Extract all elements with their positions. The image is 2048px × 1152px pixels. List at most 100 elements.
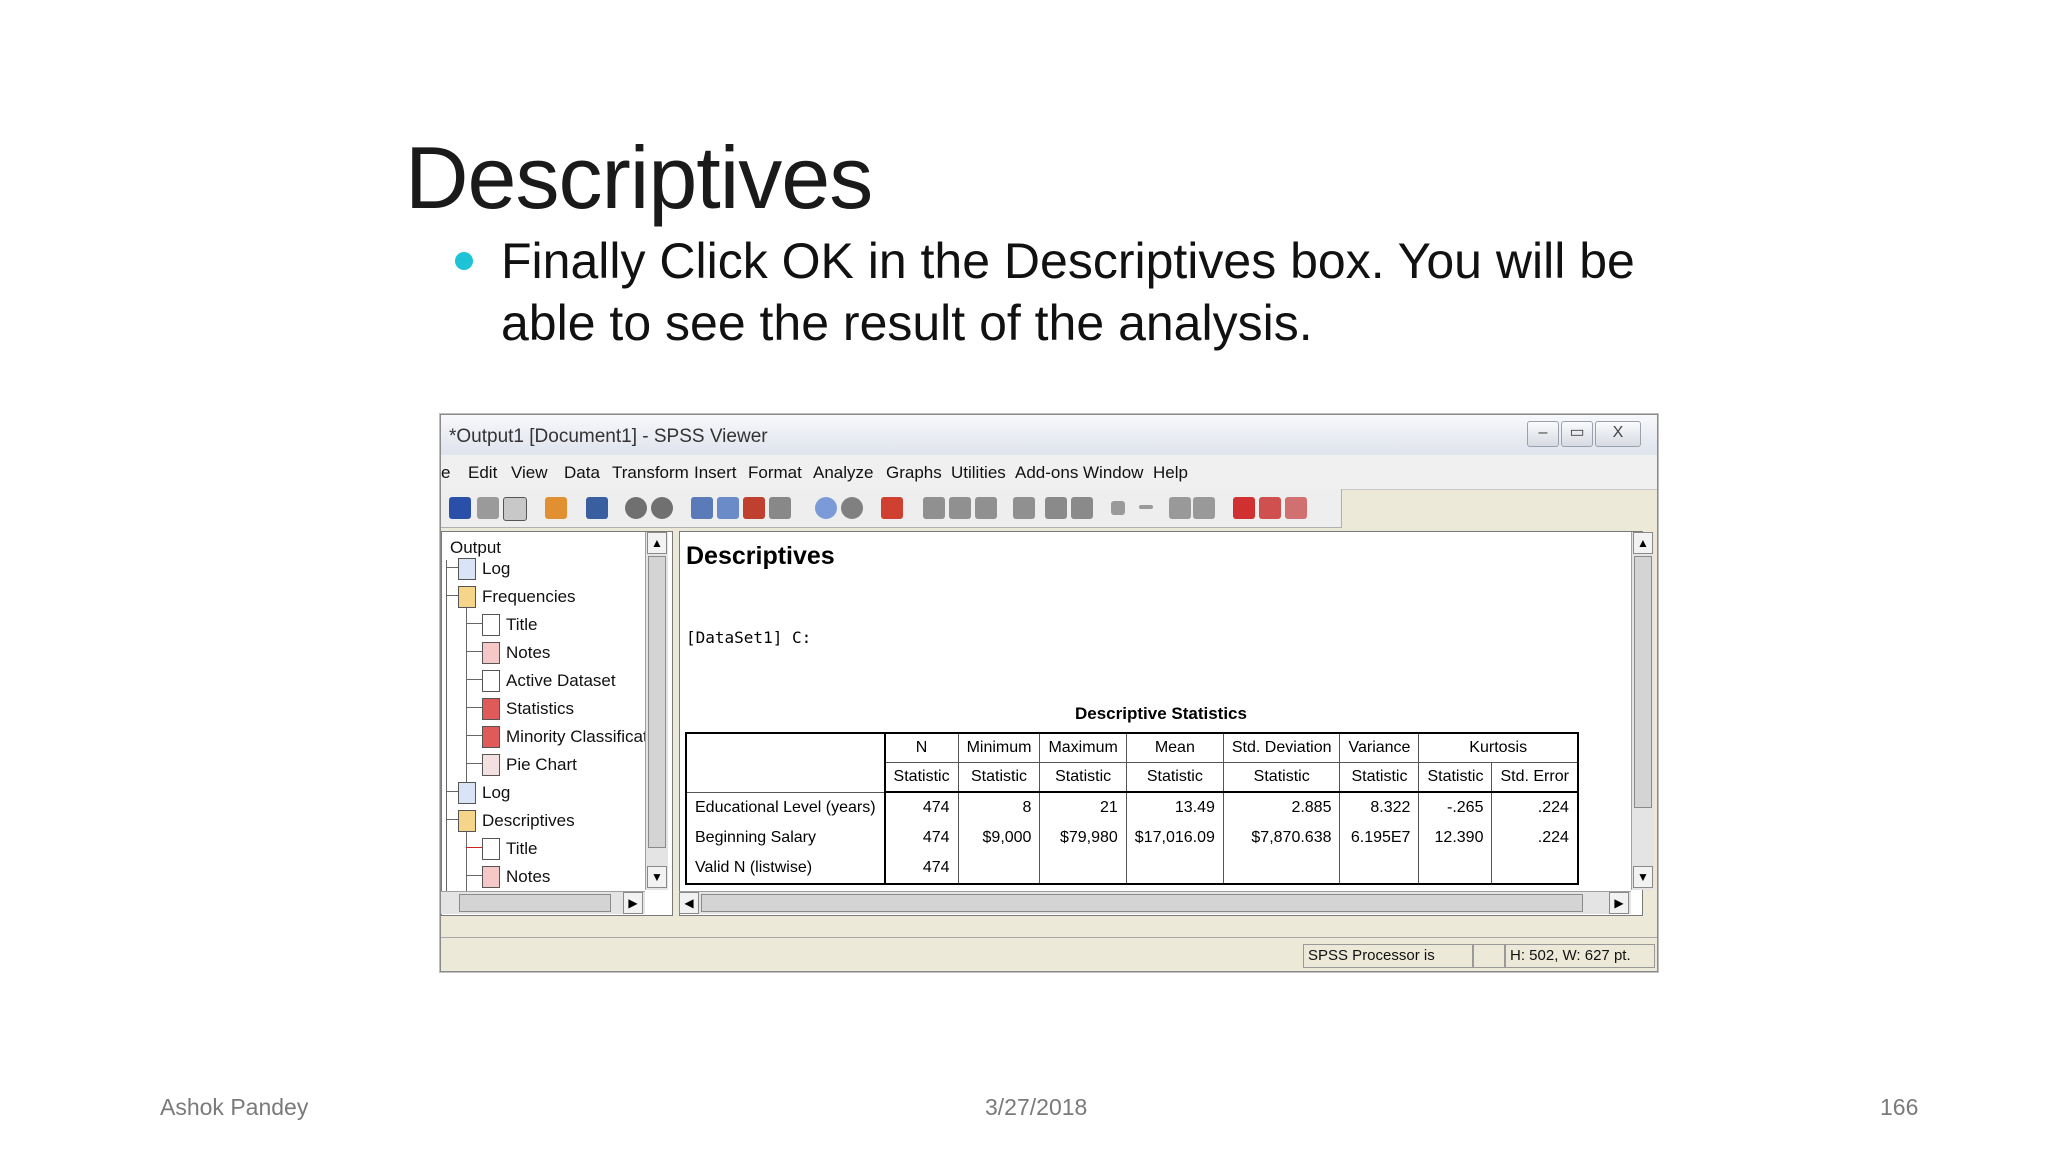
insert-title-icon[interactable]: [1233, 497, 1255, 519]
outline-hscroll-thumb[interactable]: [459, 894, 611, 912]
window-titlebar: *Output1 [Document1] - SPSS Viewer – ▭ X: [441, 415, 1657, 456]
scroll-up-icon[interactable]: ▲: [647, 532, 667, 554]
tree-item-active-dataset[interactable]: Active Dataset: [506, 671, 616, 691]
slide-title: Descriptives: [405, 128, 873, 227]
table-cell: $79,980: [1039, 823, 1127, 853]
menu-graphs[interactable]: Graphs: [886, 463, 942, 483]
output-content-pane: Descriptives [DataSet1] C: Descriptive S…: [679, 531, 1643, 916]
promote-icon[interactable]: [1045, 497, 1067, 519]
filter-icon[interactable]: [949, 497, 971, 519]
tree-item-frequencies[interactable]: Frequencies: [482, 587, 576, 607]
print-icon[interactable]: [477, 497, 499, 519]
content-horizontal-scrollbar[interactable]: ◀ ▶: [679, 891, 1631, 914]
menu-transform[interactable]: Transform: [612, 463, 689, 483]
menu-analyze[interactable]: Analyze: [813, 463, 873, 483]
tree-item-minority-classification[interactable]: Minority Classificati: [506, 727, 651, 747]
goto-case-icon[interactable]: [717, 497, 739, 519]
bullet-dot-icon: [455, 252, 473, 270]
menu-data[interactable]: Data: [564, 463, 600, 483]
menu-file[interactable]: e: [441, 463, 450, 483]
redo-icon[interactable]: [651, 497, 673, 519]
tree-item-title[interactable]: Title: [506, 615, 538, 635]
variables-icon[interactable]: [769, 497, 791, 519]
dialog-recall-icon[interactable]: [586, 497, 608, 519]
tree-item-log[interactable]: Log: [482, 559, 510, 579]
menu-addons[interactable]: Add-ons: [1015, 463, 1078, 483]
table-row: Beginning Salary 474 $9,000 $79,980 $17,…: [685, 823, 1579, 853]
table-corner: [685, 732, 886, 793]
sub-header: Statistic: [1418, 762, 1493, 793]
menu-utilities[interactable]: Utilities: [951, 463, 1006, 483]
print-preview-icon[interactable]: [503, 497, 527, 521]
scroll-right-icon[interactable]: ▶: [623, 892, 643, 914]
scroll-left-icon[interactable]: ◀: [679, 892, 699, 914]
tree-item-notes[interactable]: Notes: [506, 643, 550, 663]
export-icon[interactable]: [545, 497, 567, 519]
tree-item-descriptives[interactable]: Descriptives: [482, 811, 575, 831]
footer-page-number: 166: [1880, 1094, 1919, 1120]
hide-icon[interactable]: [1193, 497, 1215, 519]
menu-help[interactable]: Help: [1153, 463, 1188, 483]
demote-icon[interactable]: [1071, 497, 1093, 519]
undo-icon[interactable]: [625, 497, 647, 519]
expand-icon[interactable]: [1111, 501, 1125, 515]
run-script-icon[interactable]: [975, 497, 997, 519]
col-header: Minimum: [957, 732, 1041, 763]
scripts-icon[interactable]: [841, 497, 863, 519]
tree-item-pie-chart[interactable]: Pie Chart: [506, 755, 577, 775]
footer-date: 3/27/2018: [985, 1094, 1088, 1120]
save-icon[interactable]: [449, 497, 471, 519]
menu-window[interactable]: Window: [1083, 463, 1143, 483]
menu-insert[interactable]: Insert: [694, 463, 737, 483]
log-icon: [458, 782, 476, 804]
tree-item-notes-2[interactable]: Notes: [506, 867, 550, 887]
table-cell: -.265: [1418, 792, 1493, 823]
scroll-right-icon[interactable]: ▶: [1609, 892, 1629, 914]
insert-text-icon[interactable]: [1259, 497, 1281, 519]
status-empty-cell: [1473, 944, 1505, 968]
sub-header: Statistic: [884, 762, 959, 793]
outline-vertical-scrollbar[interactable]: ▲ ▼: [645, 532, 668, 890]
designate-window-icon[interactable]: [881, 497, 903, 519]
notes-page-icon: [482, 642, 500, 664]
select-last-output-icon[interactable]: [923, 497, 945, 519]
table-cell: [957, 853, 1041, 884]
descriptive-statistics-table[interactable]: N Minimum Maximum Mean Std. Deviation Va…: [685, 732, 1579, 885]
tree-item-log-2[interactable]: Log: [482, 783, 510, 803]
insert-text-file-icon[interactable]: [1285, 497, 1307, 519]
table-cell: 8: [957, 792, 1041, 823]
menu-format[interactable]: Format: [748, 463, 802, 483]
scroll-up-icon[interactable]: ▲: [1633, 532, 1653, 554]
close-button[interactable]: X: [1595, 421, 1641, 447]
goto-data-icon[interactable]: [691, 497, 713, 519]
content-scroll-thumb[interactable]: [1634, 556, 1652, 808]
col-header: Kurtosis: [1418, 732, 1579, 763]
table-cell: [1039, 853, 1127, 884]
collapse-icon[interactable]: [1139, 505, 1153, 509]
minimize-button[interactable]: –: [1527, 421, 1559, 447]
row-label: Educational Level (years): [685, 792, 886, 823]
content-hscroll-thumb[interactable]: [701, 894, 1583, 912]
insert-heading-icon[interactable]: [1013, 497, 1035, 519]
menu-edit[interactable]: Edit: [468, 463, 497, 483]
scroll-down-icon[interactable]: ▼: [1633, 866, 1653, 888]
table-cell: $7,870.638: [1222, 823, 1341, 853]
tree-item-output[interactable]: Output: [450, 538, 501, 558]
table-cell: 474: [884, 792, 959, 823]
outline-pane: Output Log Frequencies Title Notes Activ…: [441, 531, 673, 916]
col-header: Std. Deviation: [1222, 732, 1341, 763]
content-vertical-scrollbar[interactable]: ▲ ▼: [1631, 532, 1654, 890]
tree-item-title-2[interactable]: Title: [506, 839, 538, 859]
table-cell: [1491, 853, 1579, 884]
restore-button[interactable]: ▭: [1561, 421, 1593, 447]
menu-view[interactable]: View: [511, 463, 548, 483]
tree-item-statistics[interactable]: Statistics: [506, 699, 574, 719]
table-cell: 8.322: [1339, 792, 1420, 823]
table-cell: [1418, 853, 1493, 884]
outline-horizontal-scrollbar[interactable]: ▶: [441, 891, 645, 914]
show-icon[interactable]: [1169, 497, 1191, 519]
outline-scroll-thumb[interactable]: [648, 556, 666, 848]
scroll-down-icon[interactable]: ▼: [647, 866, 667, 888]
find-icon[interactable]: [815, 497, 837, 519]
goto-variable-icon[interactable]: [743, 497, 765, 519]
